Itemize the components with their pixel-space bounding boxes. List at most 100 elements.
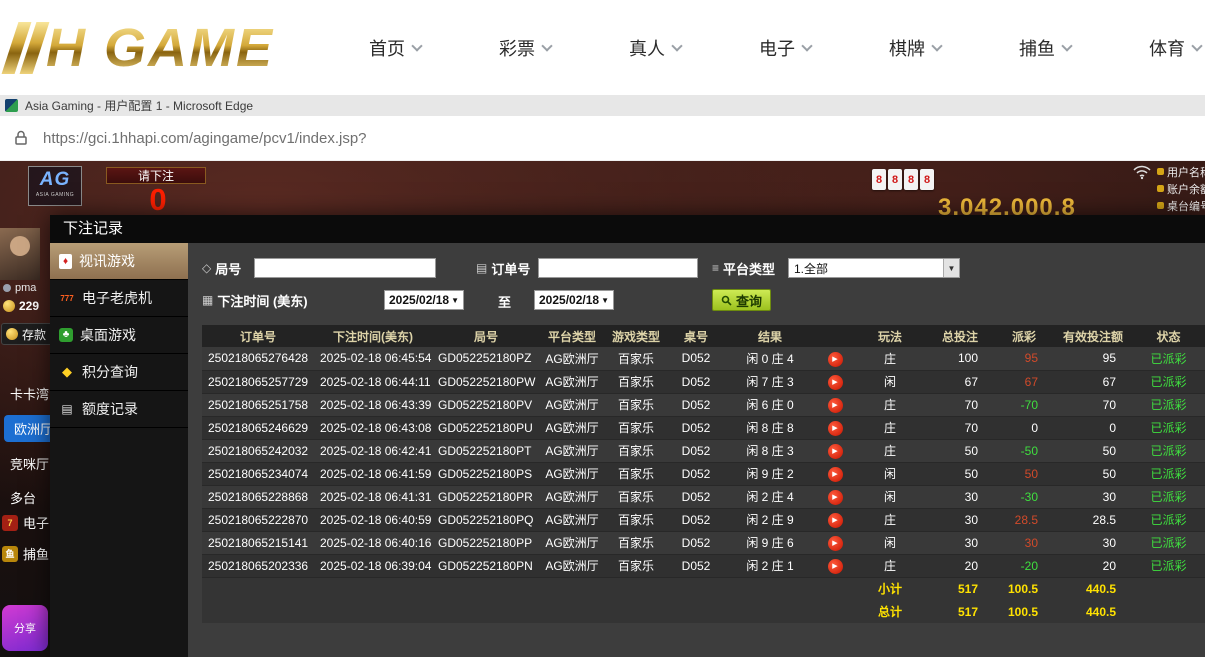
url-bar[interactable]: https://gci.1hhapi.com/agingame/pcv1/ind… [0,116,1205,161]
info-label: 账户余额 [1157,180,1205,197]
status-badge: 已派彩 [1132,462,1205,485]
fishing-icon: 鱼 [2,546,18,562]
bottom-nav: 7电子鱼捕鱼 [2,513,49,563]
slot-machines-icon: 777 [59,294,75,303]
chevron-down-icon [411,40,422,51]
column-header: 有效投注额 [1054,325,1132,347]
platform-type-label: ≡ 平台类型 [712,258,775,278]
share-widget[interactable]: 分享 [2,605,48,651]
platform-type-value: 1.全部 [794,260,828,277]
status-badge: 已派彩 [1132,554,1205,577]
modal-title: 下注记录 [50,215,1205,243]
chevron-down-icon [931,40,942,51]
playing-card: 8 [888,169,902,190]
nav-item-lottery[interactable]: 彩票 [460,0,590,95]
nav-item-poker[interactable]: 棋牌 [850,0,980,95]
play-video-button[interactable]: ▶ [828,559,843,574]
magnifier-icon [721,295,732,306]
column-header [816,325,854,347]
column-header: 局号 [432,325,540,347]
right-info-labels: 用户名称账户余额桌台编号 [1157,163,1205,214]
table-header-row: 订单号下注时间(美东)局号平台类型游戏类型桌号结果玩法总投注派彩有效投注额状态 [202,325,1205,347]
chevron-down-icon [1061,40,1072,51]
info-icon [1157,168,1164,175]
playing-card: 8 [872,169,886,190]
column-header: 游戏类型 [604,325,668,347]
table-row: 2502180652228702025-02-18 06:40:59GD0522… [202,508,1205,531]
play-video-button[interactable]: ▶ [828,352,843,367]
status-badge: 已派彩 [1132,347,1205,370]
play-video-button[interactable]: ▶ [828,490,843,505]
modal-body: ♦视讯游戏777电子老虎机♣桌面游戏◆积分查询▤额度记录 ◇ 局号 ▤ 订单号 … [50,243,1205,657]
player-balance: 229 [3,299,39,313]
bottom-nav-slots[interactable]: 7电子 [2,513,49,532]
deposit-label: 存款 [22,326,46,343]
play-video-button[interactable]: ▶ [828,536,843,551]
deposit-button[interactable]: 存款 [1,323,55,345]
table-games-icon: ♣ [59,328,73,342]
player-icon [3,284,11,292]
date-from-picker[interactable]: 2025/02/18 ▼ [384,290,464,310]
sidebar-item-video-games[interactable]: ♦视讯游戏 [50,243,188,280]
list-icon: ≡ [712,261,719,275]
date-to-picker[interactable]: 2025/02/18 ▼ [534,290,614,310]
play-video-button[interactable]: ▶ [828,375,843,390]
playing-card: 8 [920,169,934,190]
order-number-input[interactable] [538,258,698,278]
play-video-button[interactable]: ▶ [828,467,843,482]
summary-row: 小计517100.5440.5 [202,577,1205,600]
query-button-label: 查询 [736,291,762,310]
info-label: 用户名称 [1157,163,1205,180]
playing-card: 8 [904,169,918,190]
window-title: Asia Gaming - 用户配置 1 - Microsoft Edge [25,97,253,114]
bet-table: 订单号下注时间(美东)局号平台类型游戏类型桌号结果玩法总投注派彩有效投注额状态 … [202,325,1205,623]
dropdown-arrow-icon[interactable]: ▼ [943,259,959,277]
table-row: 2502180652517582025-02-18 06:43:39GD0522… [202,393,1205,416]
dropdown-arrow-icon: ▼ [451,296,459,305]
table-row: 2502180652288682025-02-18 06:41:31GD0522… [202,485,1205,508]
column-header: 状态 [1132,325,1205,347]
info-icon [1157,202,1164,209]
bet-time-label: ▦ 下注时间 (美东) [202,290,308,310]
nav-item-home[interactable]: 首页 [330,0,460,95]
nav-item-fishing[interactable]: 捕鱼 [980,0,1110,95]
nav-item-sports[interactable]: 体育 [1110,0,1205,95]
chevron-down-icon [671,40,682,51]
main-nav: 首页彩票真人电子棋牌捕鱼体育 [330,0,1205,95]
window-titlebar: Asia Gaming - 用户配置 1 - Microsoft Edge [0,95,1205,116]
column-header: 结果 [724,325,816,347]
nav-item-slots[interactable]: 电子 [720,0,850,95]
status-badge: 已派彩 [1132,508,1205,531]
ag-logo: AG ASIA GAMING [28,166,82,206]
info-icon [1157,185,1164,192]
table-row: 2502180652466292025-02-18 06:43:08GD0522… [202,416,1205,439]
platform-type-select[interactable]: 1.全部 ▼ [788,258,960,278]
user-avatar[interactable] [0,228,40,280]
table-cards: 8888 [872,169,934,190]
lock-icon [14,130,28,146]
site-header: H GAME 首页彩票真人电子棋牌捕鱼体育 [0,0,1205,95]
url-text[interactable]: https://gci.1hhapi.com/agingame/pcv1/ind… [43,130,367,147]
column-header: 订单号 [202,325,314,347]
play-video-button[interactable]: ▶ [828,421,843,436]
status-badge: 已派彩 [1132,439,1205,462]
query-button[interactable]: 查询 [712,289,771,311]
slots-icon: 7 [2,515,18,531]
bottom-nav-fishing[interactable]: 鱼捕鱼 [2,544,49,563]
chevron-down-icon [801,40,812,51]
nav-item-live[interactable]: 真人 [590,0,720,95]
sidebar-item-table-games[interactable]: ♣桌面游戏 [50,317,188,354]
coin-icon [6,328,18,340]
sidebar-item-quota-records[interactable]: ▤额度记录 [50,391,188,428]
round-number-input[interactable] [254,258,436,278]
site-logo[interactable]: H GAME [10,16,274,80]
play-video-button[interactable]: ▶ [828,513,843,528]
play-video-button[interactable]: ▶ [828,398,843,413]
sidebar-item-points-query[interactable]: ◆积分查询 [50,354,188,391]
sidebar-item-slot-machines[interactable]: 777电子老虎机 [50,280,188,317]
round-number-label: ◇ 局号 [202,258,241,278]
status-badge: 已派彩 [1132,531,1205,554]
bet-table-body: 2502180652764282025-02-18 06:45:54GD0522… [202,347,1205,623]
play-video-button[interactable]: ▶ [828,444,843,459]
clipboard-icon: ▤ [476,261,487,275]
